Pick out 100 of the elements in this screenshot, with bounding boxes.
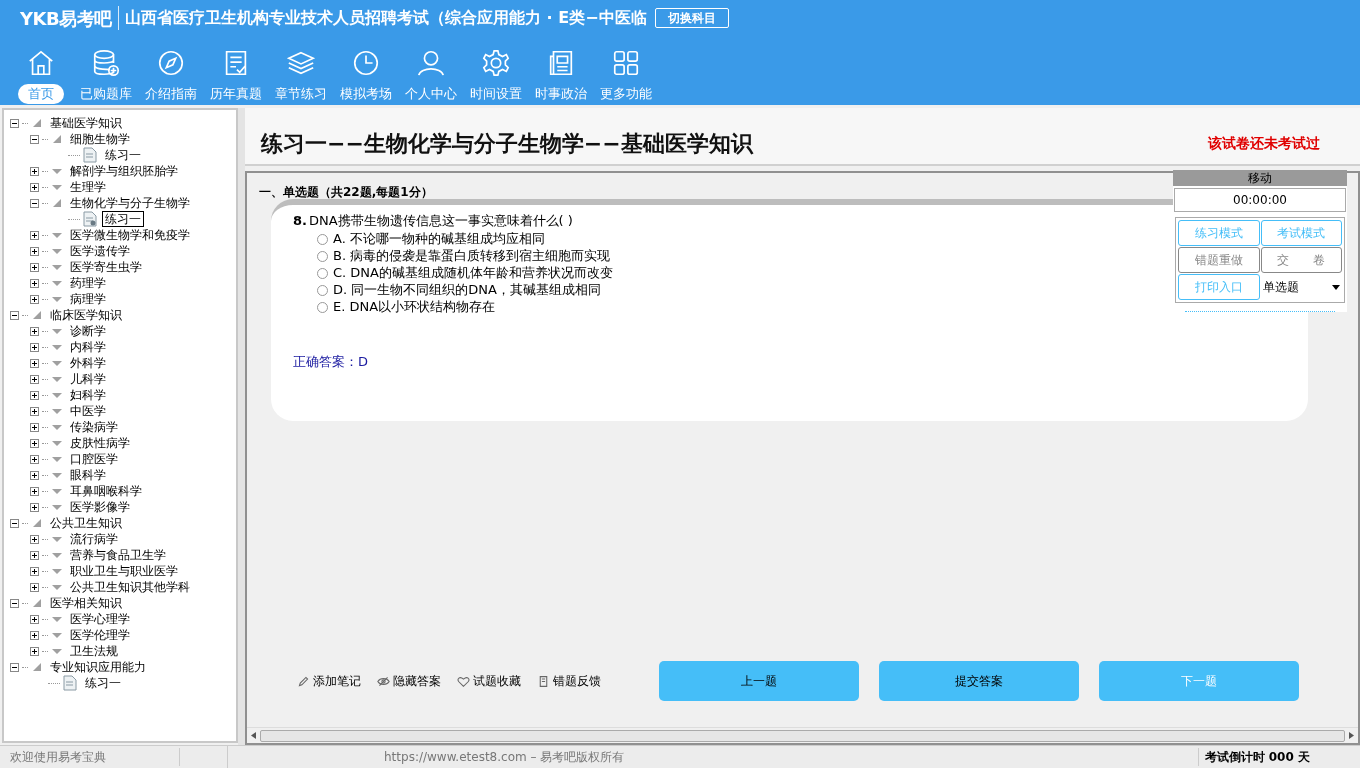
tree-item[interactable]: 练习一 — [102, 148, 144, 162]
nav-button[interactable]: 上一题 — [659, 661, 859, 701]
collapse-icon[interactable] — [10, 662, 19, 672]
expand-icon[interactable] — [30, 630, 39, 640]
document-icon — [83, 211, 97, 227]
collapse-icon[interactable] — [10, 518, 19, 528]
expand-icon[interactable] — [30, 278, 39, 288]
scroll-left-icon[interactable] — [251, 732, 256, 739]
radio-button[interactable] — [317, 267, 328, 279]
action-link[interactable]: 试题收藏 — [457, 672, 521, 690]
expand-icon[interactable] — [30, 326, 39, 336]
expand-icon[interactable] — [30, 390, 39, 400]
expand-icon[interactable] — [30, 246, 39, 256]
collapse-icon[interactable] — [10, 118, 19, 128]
tree-item[interactable]: 解剖学与组织胚胎学 — [70, 162, 178, 180]
app-logo: YKB易考吧 — [20, 6, 112, 31]
tree-item[interactable]: 药理学 — [70, 274, 106, 292]
expand-icon[interactable] — [30, 582, 39, 592]
tree-item[interactable]: 眼科学 — [70, 466, 106, 484]
tree-item[interactable]: 练习一 — [102, 211, 144, 227]
expand-icon[interactable] — [30, 294, 39, 304]
paper-title: 练习一−−生物化学与分子生物学−−基础医学知识 — [261, 130, 753, 158]
expand-icon[interactable] — [30, 550, 39, 560]
countdown-text: 考试倒计时 000 天 — [1197, 748, 1360, 766]
expand-icon[interactable] — [30, 182, 39, 192]
tree-item[interactable]: 妇科学 — [70, 386, 106, 404]
tree-item[interactable]: 营养与食品卫生学 — [70, 546, 166, 564]
settings-icon — [480, 48, 511, 78]
tree-item[interactable]: 医学微生物学和免疫学 — [70, 226, 190, 244]
expand-icon[interactable] — [30, 342, 39, 352]
expand-icon[interactable] — [30, 406, 39, 416]
tree-item[interactable]: 基础医学知识 — [50, 114, 122, 132]
tree-item[interactable]: 皮肤性病学 — [70, 434, 130, 452]
collapse-icon[interactable] — [30, 134, 39, 144]
expand-icon[interactable] — [30, 422, 39, 432]
correct-answer: 正确答案：D — [293, 352, 369, 371]
tree-item[interactable]: 生理学 — [70, 178, 106, 196]
collapse-icon[interactable] — [10, 310, 19, 320]
tree-item[interactable]: 医学心理学 — [70, 610, 130, 628]
expand-icon[interactable] — [30, 470, 39, 480]
expand-icon[interactable] — [30, 646, 39, 656]
collapse-icon[interactable] — [30, 198, 39, 208]
question-text: DNA携带生物遗传信息这一事实意味着什么( ) — [309, 212, 573, 230]
expand-icon[interactable] — [30, 374, 39, 384]
radio-button[interactable] — [317, 284, 328, 296]
expand-icon[interactable] — [30, 230, 39, 240]
section-heading: 一、单选题（共22题,每题1分） — [259, 185, 433, 199]
tree-item[interactable]: 医学寄生虫学 — [70, 258, 142, 276]
tree-item[interactable]: 流行病学 — [70, 530, 118, 548]
tree-item[interactable]: 医学相关知识 — [50, 594, 122, 612]
expand-icon[interactable] — [30, 566, 39, 576]
triangle-icon — [31, 309, 43, 321]
option-text: D. 同一生物不同组织的DNA，其碱基组成相同 — [333, 281, 601, 300]
tree-item[interactable]: 儿科学 — [70, 370, 106, 388]
tree-item[interactable]: 临床医学知识 — [50, 306, 122, 324]
scroll-right-icon[interactable] — [1349, 732, 1354, 739]
horizontal-scrollbar[interactable] — [247, 727, 1358, 743]
expand-icon[interactable] — [30, 534, 39, 544]
tree-item[interactable]: 医学遗传学 — [70, 242, 130, 260]
tree-item[interactable]: 卫生法规 — [70, 642, 118, 660]
action-link[interactable]: 错题反馈 — [537, 672, 601, 690]
tree-item[interactable]: 专业知识应用能力 — [50, 658, 146, 676]
tree-item[interactable]: 练习一 — [82, 676, 124, 690]
tree-item[interactable]: 医学影像学 — [70, 498, 130, 516]
triangle-icon — [31, 517, 43, 529]
expand-icon[interactable] — [30, 358, 39, 368]
nav-button[interactable]: 提交答案 — [879, 661, 1079, 701]
tree-item[interactable]: 公共卫生知识其他学科 — [70, 578, 190, 596]
tree-item[interactable]: 医学伦理学 — [70, 626, 130, 644]
radio-button[interactable] — [317, 250, 328, 262]
action-link[interactable]: 隐藏答案 — [377, 672, 441, 690]
exam-status: 该试卷还未考试过 — [1208, 134, 1320, 153]
collapse-icon[interactable] — [10, 598, 19, 608]
expand-icon[interactable] — [30, 614, 39, 624]
tree-item[interactable]: 病理学 — [70, 290, 106, 308]
tree-item[interactable]: 诊断学 — [70, 322, 106, 340]
radio-button[interactable] — [317, 233, 328, 245]
tree-item[interactable]: 内科学 — [70, 338, 106, 356]
tree-item[interactable]: 生物化学与分子生物学 — [70, 194, 190, 212]
expand-icon[interactable] — [30, 166, 39, 176]
action-link[interactable]: 添加笔记 — [297, 672, 361, 690]
move-handle[interactable]: 移动 — [1173, 170, 1347, 186]
exam-title: 山西省医疗卫生机构专业技术人员招聘考试（综合应用能力 · E类−中医临 — [125, 7, 647, 29]
expand-icon[interactable] — [30, 454, 39, 464]
tree-item[interactable]: 口腔医学 — [70, 450, 118, 468]
radio-button[interactable] — [317, 301, 328, 313]
tree-item[interactable]: 中医学 — [70, 402, 106, 420]
expand-icon[interactable] — [30, 486, 39, 496]
tree-item[interactable]: 细胞生物学 — [70, 130, 130, 148]
expand-icon[interactable] — [30, 502, 39, 512]
tree-item[interactable]: 外科学 — [70, 354, 106, 372]
expand-icon[interactable] — [30, 262, 39, 272]
tree-item[interactable]: 耳鼻咽喉科学 — [70, 482, 142, 500]
pencil-icon — [297, 674, 310, 688]
expand-icon[interactable] — [30, 438, 39, 448]
question-type-dropdown[interactable]: 单选题 — [1260, 274, 1342, 300]
tree-item[interactable]: 公共卫生知识 — [50, 514, 122, 532]
tree-item[interactable]: 职业卫生与职业医学 — [70, 562, 178, 580]
tree-item[interactable]: 传染病学 — [70, 418, 118, 436]
option-text: A. 不论哪一物种的碱基组成均应相同 — [333, 230, 545, 249]
